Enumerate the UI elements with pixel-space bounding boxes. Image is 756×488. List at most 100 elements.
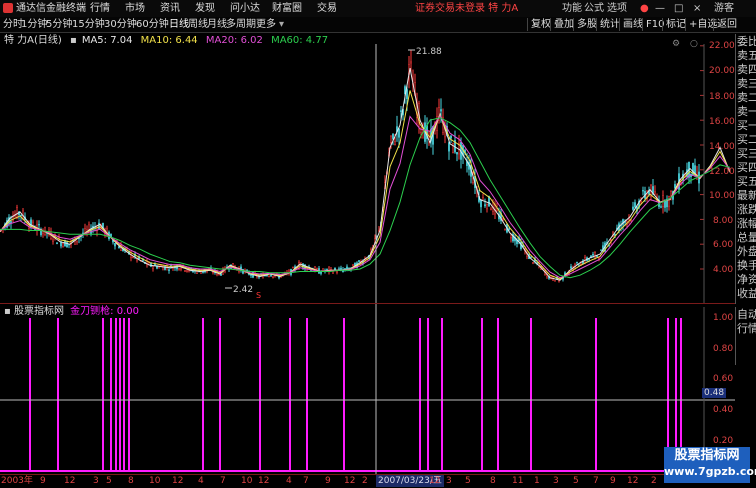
side-item[interactable]: 委比 <box>737 36 756 48</box>
candle-body <box>98 222 100 229</box>
candle-body <box>184 270 186 272</box>
date-tick: 8 <box>128 476 134 486</box>
side-item[interactable]: 总量 <box>737 232 756 244</box>
side-item[interactable]: 卖一 <box>737 106 756 118</box>
candle-body <box>352 264 354 266</box>
side-item[interactable]: 买二 <box>737 134 756 146</box>
quote-button[interactable]: 行情 <box>737 323 756 335</box>
candle-body <box>490 208 492 211</box>
candle-body <box>114 243 116 247</box>
ma60-line <box>0 117 731 279</box>
candle-body <box>336 271 338 273</box>
auto-button[interactable]: 自动 <box>737 309 756 321</box>
circle-icon: ○ <box>690 39 698 49</box>
side-item[interactable]: 涨幅 <box>737 218 756 230</box>
candle-body <box>640 200 642 203</box>
date-tick: 7 <box>593 476 599 486</box>
price-tick: 22.00 <box>709 41 735 51</box>
date-tick: 12 <box>172 476 184 486</box>
side-item[interactable]: 换手 <box>737 260 756 272</box>
candle-body <box>410 61 412 64</box>
candle-body <box>358 260 360 262</box>
side-item[interactable]: 买四 <box>737 162 756 174</box>
cursor-value-tag: 0.48 <box>702 388 727 398</box>
side-item[interactable]: 卖四 <box>737 64 756 76</box>
candle-body <box>394 141 396 145</box>
candle-body <box>530 256 532 258</box>
side-item[interactable]: 涨跌 <box>737 204 756 216</box>
candle-body <box>532 262 534 264</box>
side-item[interactable]: 卖五 <box>737 50 756 62</box>
candle-body <box>632 206 634 210</box>
candle-body <box>570 266 572 269</box>
candle-body <box>450 135 452 139</box>
candle-body <box>480 199 482 208</box>
candle-body <box>448 142 450 152</box>
date-tick: 12 <box>627 476 639 486</box>
high-annotation: 21.88 <box>408 47 442 57</box>
side-panel-bottom[interactable]: 自动 行情 <box>735 307 756 365</box>
date-tick: 9 <box>40 476 46 486</box>
candle-body <box>250 274 252 276</box>
candle-body <box>178 267 180 270</box>
candle-body <box>338 268 340 270</box>
date-tick: 11 <box>512 476 524 486</box>
candle-body <box>398 128 400 138</box>
candle-body <box>554 280 556 282</box>
watermark-title: 股票指标网 <box>674 448 740 463</box>
candle-body <box>320 271 322 274</box>
candle-body <box>132 256 134 259</box>
date-tick: 2 <box>651 476 657 486</box>
candle-body <box>88 224 90 230</box>
side-item[interactable]: 外盘 <box>737 246 756 258</box>
date-tick: 5 <box>573 476 579 486</box>
side-item[interactable]: 买三 <box>737 148 756 160</box>
price-chart[interactable]: ⚙ ○ 21.88 2.42 S <box>0 0 735 474</box>
side-item[interactable]: 卖三 <box>737 78 756 90</box>
candle-body <box>268 275 270 278</box>
candle-body <box>390 135 392 143</box>
side-item[interactable]: 买一 <box>737 120 756 132</box>
candle-body <box>400 110 402 112</box>
side-item[interactable]: 收益 <box>737 288 756 300</box>
candle-body <box>202 271 204 273</box>
top-right-icons: ⚙ ○ <box>672 39 698 49</box>
candle-body <box>56 242 58 245</box>
side-item[interactable]: 卖二 <box>737 92 756 104</box>
price-tick: 14.00 <box>709 142 735 152</box>
indicator-tick: 1.00 <box>713 313 734 323</box>
price-tick: 10.00 <box>709 191 735 201</box>
side-item[interactable]: 净资 <box>737 274 756 286</box>
candle-body <box>20 214 22 217</box>
date-tick: 12 <box>429 476 441 486</box>
side-item[interactable]: 最新 <box>737 190 756 202</box>
date-tick: 1 <box>534 476 540 486</box>
candle-body <box>592 253 594 256</box>
candle-body <box>596 255 598 257</box>
candle-body <box>272 276 274 278</box>
ma20-line <box>0 114 731 279</box>
low-annotation: 2.42 <box>225 285 253 295</box>
candle-body <box>600 249 602 251</box>
side-item[interactable]: 买五 <box>737 176 756 188</box>
candle-body <box>508 228 510 230</box>
site-watermark: 股票指标网 www.7gpzb.com <box>664 447 756 483</box>
candle-body <box>52 239 54 242</box>
date-tick: 10 <box>241 476 253 486</box>
ma10-line <box>0 90 731 280</box>
date-tick: 12 <box>64 476 76 486</box>
ma5-line <box>0 68 731 281</box>
legend-square-icon: ▪ <box>4 306 11 317</box>
candle-body <box>270 274 272 277</box>
candle-body <box>62 243 64 247</box>
indicator-tick: 0.20 <box>713 436 734 446</box>
date-tick: 4 <box>198 476 204 486</box>
panel-divider[interactable] <box>0 303 735 304</box>
quote-side-panel[interactable]: 委比 卖五 卖四 卖三 卖二 卖一 买一 买二 买三 买四 买五 最新 涨跌 涨… <box>735 34 756 304</box>
candle-body <box>634 202 636 208</box>
candle-body <box>168 269 170 271</box>
candle-body <box>38 223 40 226</box>
date-tick: 3 <box>446 476 452 486</box>
date-tick: 3 <box>93 476 99 486</box>
candle-body <box>152 266 154 269</box>
